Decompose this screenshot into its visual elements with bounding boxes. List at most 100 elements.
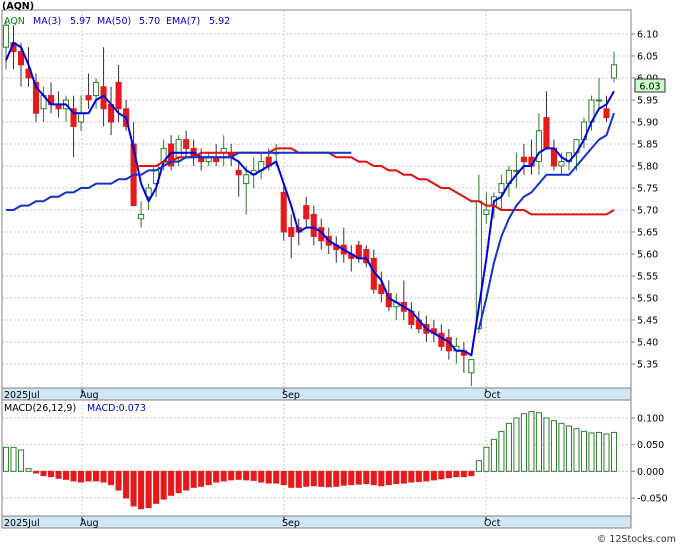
macd-bar	[430, 470, 437, 481]
macd-bar	[153, 470, 160, 504]
macd-bar	[243, 470, 250, 481]
macd-bar	[318, 470, 325, 487]
legend-entry: EMA(7)	[166, 16, 200, 27]
macd-bar	[438, 470, 445, 480]
macd-bar	[535, 412, 542, 472]
price-tick-label: 5.90	[637, 118, 658, 129]
macd-bar	[295, 470, 302, 488]
macd-bar	[325, 470, 332, 488]
macd-bar	[40, 470, 47, 477]
price-tick-label: 5.55	[637, 272, 658, 283]
price-tick-label: 5.50	[637, 294, 658, 305]
macd-bar	[273, 470, 280, 484]
macd-bar	[250, 470, 257, 481]
macd-bar	[468, 470, 475, 477]
macd-bar	[565, 425, 573, 472]
macd-bar	[175, 470, 182, 494]
macd-bar	[370, 470, 377, 486]
x-tick-label: 2025Jul	[4, 518, 40, 529]
macd-bar	[610, 431, 618, 472]
macd-bar	[363, 470, 370, 485]
macd-bar	[333, 470, 340, 487]
macd-bar	[453, 470, 460, 478]
macd-bar	[62, 470, 70, 480]
macd-bar	[423, 470, 430, 482]
macd-bar	[213, 470, 220, 483]
chart-title: (AQN)	[2, 1, 34, 12]
x-tick-label: Oct	[484, 390, 501, 401]
macd-bar	[130, 470, 137, 507]
price-tick-label: 5.65	[637, 228, 658, 239]
price-tick-label: 6.05	[637, 52, 658, 63]
macd-bar	[168, 470, 175, 496]
price-tick-label: 5.45	[637, 316, 658, 327]
legend-entry: 5.70	[139, 16, 160, 27]
macd-bar	[115, 470, 122, 491]
macd-bar	[475, 460, 482, 472]
macd-tick-label: -0.050	[637, 494, 668, 505]
macd-bar	[543, 417, 550, 472]
last-price-label: 6.03	[639, 82, 660, 93]
macd-bar	[303, 470, 310, 487]
x-tick-label: Aug	[80, 390, 99, 401]
macd-tick-label: 0.050	[637, 440, 664, 451]
macd-bar	[520, 413, 527, 472]
macd-bar	[385, 470, 392, 486]
macd-label: MACD(26,12,9)	[4, 403, 76, 414]
macd-bar	[47, 470, 55, 478]
macd-bar	[528, 411, 535, 472]
price-tick-label: 5.40	[637, 338, 658, 349]
macd-bar	[220, 470, 227, 482]
price-tick-label: 5.80	[637, 162, 658, 173]
legend-entry: 5.92	[209, 16, 230, 27]
macd-bar	[93, 470, 100, 482]
macd-bar	[445, 470, 452, 479]
price-tick-label: 5.70	[637, 206, 658, 217]
macd-bar	[32, 470, 40, 474]
macd-bar	[205, 470, 212, 486]
price-panel	[1, 9, 632, 389]
macd-bar	[265, 470, 272, 484]
macd-tick-label: 0.100	[637, 414, 664, 425]
x-tick-label: Oct	[484, 518, 501, 529]
macd-bar	[100, 470, 107, 483]
macd-bar	[160, 470, 167, 500]
macd-bar	[258, 470, 265, 483]
macd-bar	[145, 470, 152, 509]
macd-bar	[595, 431, 603, 472]
macd-bar	[580, 430, 588, 472]
macd-bar	[310, 470, 317, 487]
macd-bar	[190, 470, 197, 488]
macd-bar	[393, 470, 400, 485]
macd-tick-label: 0.000	[637, 467, 664, 478]
watermark: © 12Stocks.com	[597, 534, 676, 545]
macd-bar	[10, 446, 17, 472]
macd-bar	[415, 470, 422, 482]
macd-bar	[70, 470, 77, 482]
price-tick-label: 5.95	[637, 96, 658, 107]
macd-bar	[558, 422, 565, 472]
macd-bar	[123, 470, 130, 499]
price-tick-label: 6.10	[637, 30, 658, 41]
macd-bar	[235, 470, 242, 480]
legend-entry: 5.97	[70, 16, 91, 27]
price-tick-label: 5.35	[637, 360, 658, 371]
macd-bar	[183, 470, 190, 491]
macd-bar	[505, 422, 512, 472]
macd-bar	[340, 470, 347, 486]
stock-chart: 6.106.056.005.955.905.855.805.755.705.65…	[0, 0, 680, 546]
macd-bar	[55, 470, 62, 479]
legend: AQN MA(3) 5.97 MA(50) 5.70 EMA(7) 5.92	[4, 16, 230, 27]
macd-bar	[573, 428, 580, 472]
macd-bar	[288, 470, 295, 488]
macd-bar	[490, 438, 497, 472]
macd-bar	[460, 470, 467, 478]
price-tick-label: 5.75	[637, 184, 658, 195]
x-tick-label: Aug	[80, 518, 99, 529]
macd-bar	[2, 446, 10, 472]
macd-bar	[198, 470, 205, 487]
macd-bar	[498, 430, 505, 472]
x-tick-label: 2025Jul	[4, 390, 40, 401]
price-tick-label: 5.60	[637, 250, 658, 261]
macd-bar	[400, 470, 407, 484]
